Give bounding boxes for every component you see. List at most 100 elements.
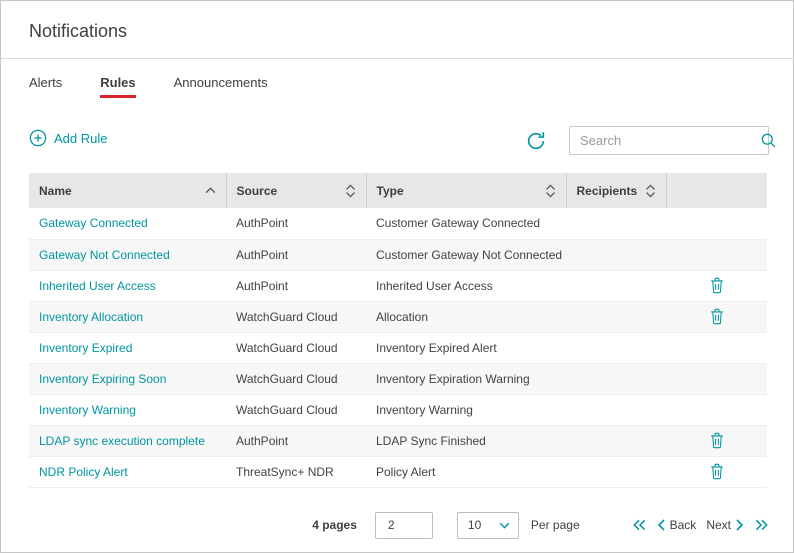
trash-icon — [709, 308, 725, 325]
tab-alerts[interactable]: Alerts — [29, 75, 62, 98]
rule-type: Inherited User Access — [366, 270, 566, 301]
page-title: Notifications — [29, 21, 127, 42]
first-page-button[interactable] — [632, 518, 647, 532]
next-page-button[interactable]: Next — [706, 518, 744, 532]
trash-icon — [709, 463, 725, 480]
search-box — [569, 126, 769, 155]
tab-bar: Alerts Rules Announcements — [29, 75, 268, 98]
column-header-recipients[interactable]: Recipients — [566, 173, 666, 208]
rule-type: Customer Gateway Not Connected — [366, 239, 566, 270]
double-chevron-right-icon — [754, 518, 769, 532]
last-page-button[interactable] — [754, 518, 769, 532]
table-row: Inherited User Access AuthPoint Inherite… — [29, 270, 767, 301]
rule-recipients — [566, 208, 666, 239]
double-chevron-left-icon — [632, 518, 647, 532]
rule-recipients — [566, 394, 666, 425]
sort-both-icon — [345, 184, 356, 198]
rule-name-link[interactable]: Inventory Warning — [39, 403, 136, 417]
chevron-right-icon — [735, 518, 744, 532]
rule-type: Inventory Expiration Warning — [366, 363, 566, 394]
rule-source: AuthPoint — [226, 425, 366, 456]
pager-nav: Back Next — [632, 518, 769, 532]
rule-type: Policy Alert — [366, 456, 566, 487]
trash-icon — [709, 277, 725, 294]
next-label: Next — [706, 518, 731, 532]
rule-name-link[interactable]: Gateway Not Connected — [39, 248, 170, 262]
table-row: Inventory Warning WatchGuard Cloud Inven… — [29, 394, 767, 425]
table-row: Inventory Allocation WatchGuard Cloud Al… — [29, 301, 767, 332]
tab-announcements[interactable]: Announcements — [174, 75, 268, 98]
column-label: Name — [39, 184, 72, 198]
column-label: Type — [377, 184, 404, 198]
delete-rule-button[interactable] — [705, 275, 729, 296]
delete-rule-button[interactable] — [705, 461, 729, 482]
table-row: NDR Policy Alert ThreatSync+ NDR Policy … — [29, 456, 767, 487]
table-header-row: Name Source Type Recipients — [29, 173, 767, 208]
delete-rule-button[interactable] — [705, 430, 729, 451]
back-label: Back — [670, 518, 697, 532]
tab-rules[interactable]: Rules — [100, 75, 135, 98]
table-row: Inventory Expired WatchGuard Cloud Inven… — [29, 332, 767, 363]
table-row: Gateway Not Connected AuthPoint Customer… — [29, 239, 767, 270]
back-page-button[interactable]: Back — [657, 518, 697, 532]
rule-recipients — [566, 270, 666, 301]
column-label: Source — [237, 184, 278, 198]
column-header-actions — [666, 173, 767, 208]
column-header-type[interactable]: Type — [366, 173, 566, 208]
trash-icon — [709, 432, 725, 449]
column-header-name[interactable]: Name — [29, 173, 226, 208]
rule-recipients — [566, 425, 666, 456]
rules-table: Name Source Type Recipients — [29, 173, 767, 488]
rule-source: AuthPoint — [226, 270, 366, 301]
rule-name-link[interactable]: Inventory Expired — [39, 341, 132, 355]
rule-source: AuthPoint — [226, 208, 366, 239]
per-page-value: 10 — [468, 518, 481, 532]
chevron-left-icon — [657, 518, 666, 532]
rule-name-link[interactable]: Inventory Expiring Soon — [39, 372, 166, 386]
table-row: LDAP sync execution complete AuthPoint L… — [29, 425, 767, 456]
rule-recipients — [566, 363, 666, 394]
title-divider — [1, 58, 793, 59]
rule-name-link[interactable]: NDR Policy Alert — [39, 465, 128, 479]
sort-both-icon — [545, 184, 556, 198]
refresh-button[interactable] — [525, 130, 547, 152]
rule-name-link[interactable]: Inventory Allocation — [39, 310, 143, 324]
rule-name-link[interactable]: Gateway Connected — [39, 216, 148, 230]
rule-source: ThreatSync+ NDR — [226, 456, 366, 487]
plus-circle-icon — [29, 129, 47, 147]
sort-asc-icon — [205, 187, 216, 194]
rule-type: Allocation — [366, 301, 566, 332]
pages-count-label: 4 pages — [312, 518, 357, 532]
add-rule-label: Add Rule — [54, 131, 107, 146]
column-header-source[interactable]: Source — [226, 173, 366, 208]
rule-source: WatchGuard Cloud — [226, 301, 366, 332]
per-page-label: Per page — [531, 518, 580, 532]
search-input[interactable] — [570, 133, 760, 148]
column-label: Recipients — [577, 184, 638, 198]
rule-type: Inventory Expired Alert — [366, 332, 566, 363]
sort-both-icon — [645, 184, 656, 198]
rule-recipients — [566, 332, 666, 363]
rule-name-link[interactable]: Inherited User Access — [39, 279, 156, 293]
rule-name-link[interactable]: LDAP sync execution complete — [39, 434, 205, 448]
per-page-select[interactable]: 10 — [457, 512, 519, 539]
rule-type: LDAP Sync Finished — [366, 425, 566, 456]
rule-source: AuthPoint — [226, 239, 366, 270]
rule-type: Inventory Warning — [366, 394, 566, 425]
chevron-down-icon — [499, 522, 510, 529]
refresh-icon — [525, 130, 547, 152]
pagination-bar: 4 pages 10 Per page Back Next — [312, 511, 769, 539]
rule-source: WatchGuard Cloud — [226, 332, 366, 363]
table-row: Inventory Expiring Soon WatchGuard Cloud… — [29, 363, 767, 394]
rule-source: WatchGuard Cloud — [226, 363, 366, 394]
rule-recipients — [566, 301, 666, 332]
delete-rule-button[interactable] — [705, 306, 729, 327]
toolbar: Add Rule — [29, 126, 769, 156]
rule-source: WatchGuard Cloud — [226, 394, 366, 425]
search-icon[interactable] — [760, 132, 777, 149]
current-page-input[interactable] — [375, 512, 433, 539]
table-row: Gateway Connected AuthPoint Customer Gat… — [29, 208, 767, 239]
rule-type: Customer Gateway Connected — [366, 208, 566, 239]
add-rule-button[interactable]: Add Rule — [29, 129, 107, 147]
rule-recipients — [566, 239, 666, 270]
